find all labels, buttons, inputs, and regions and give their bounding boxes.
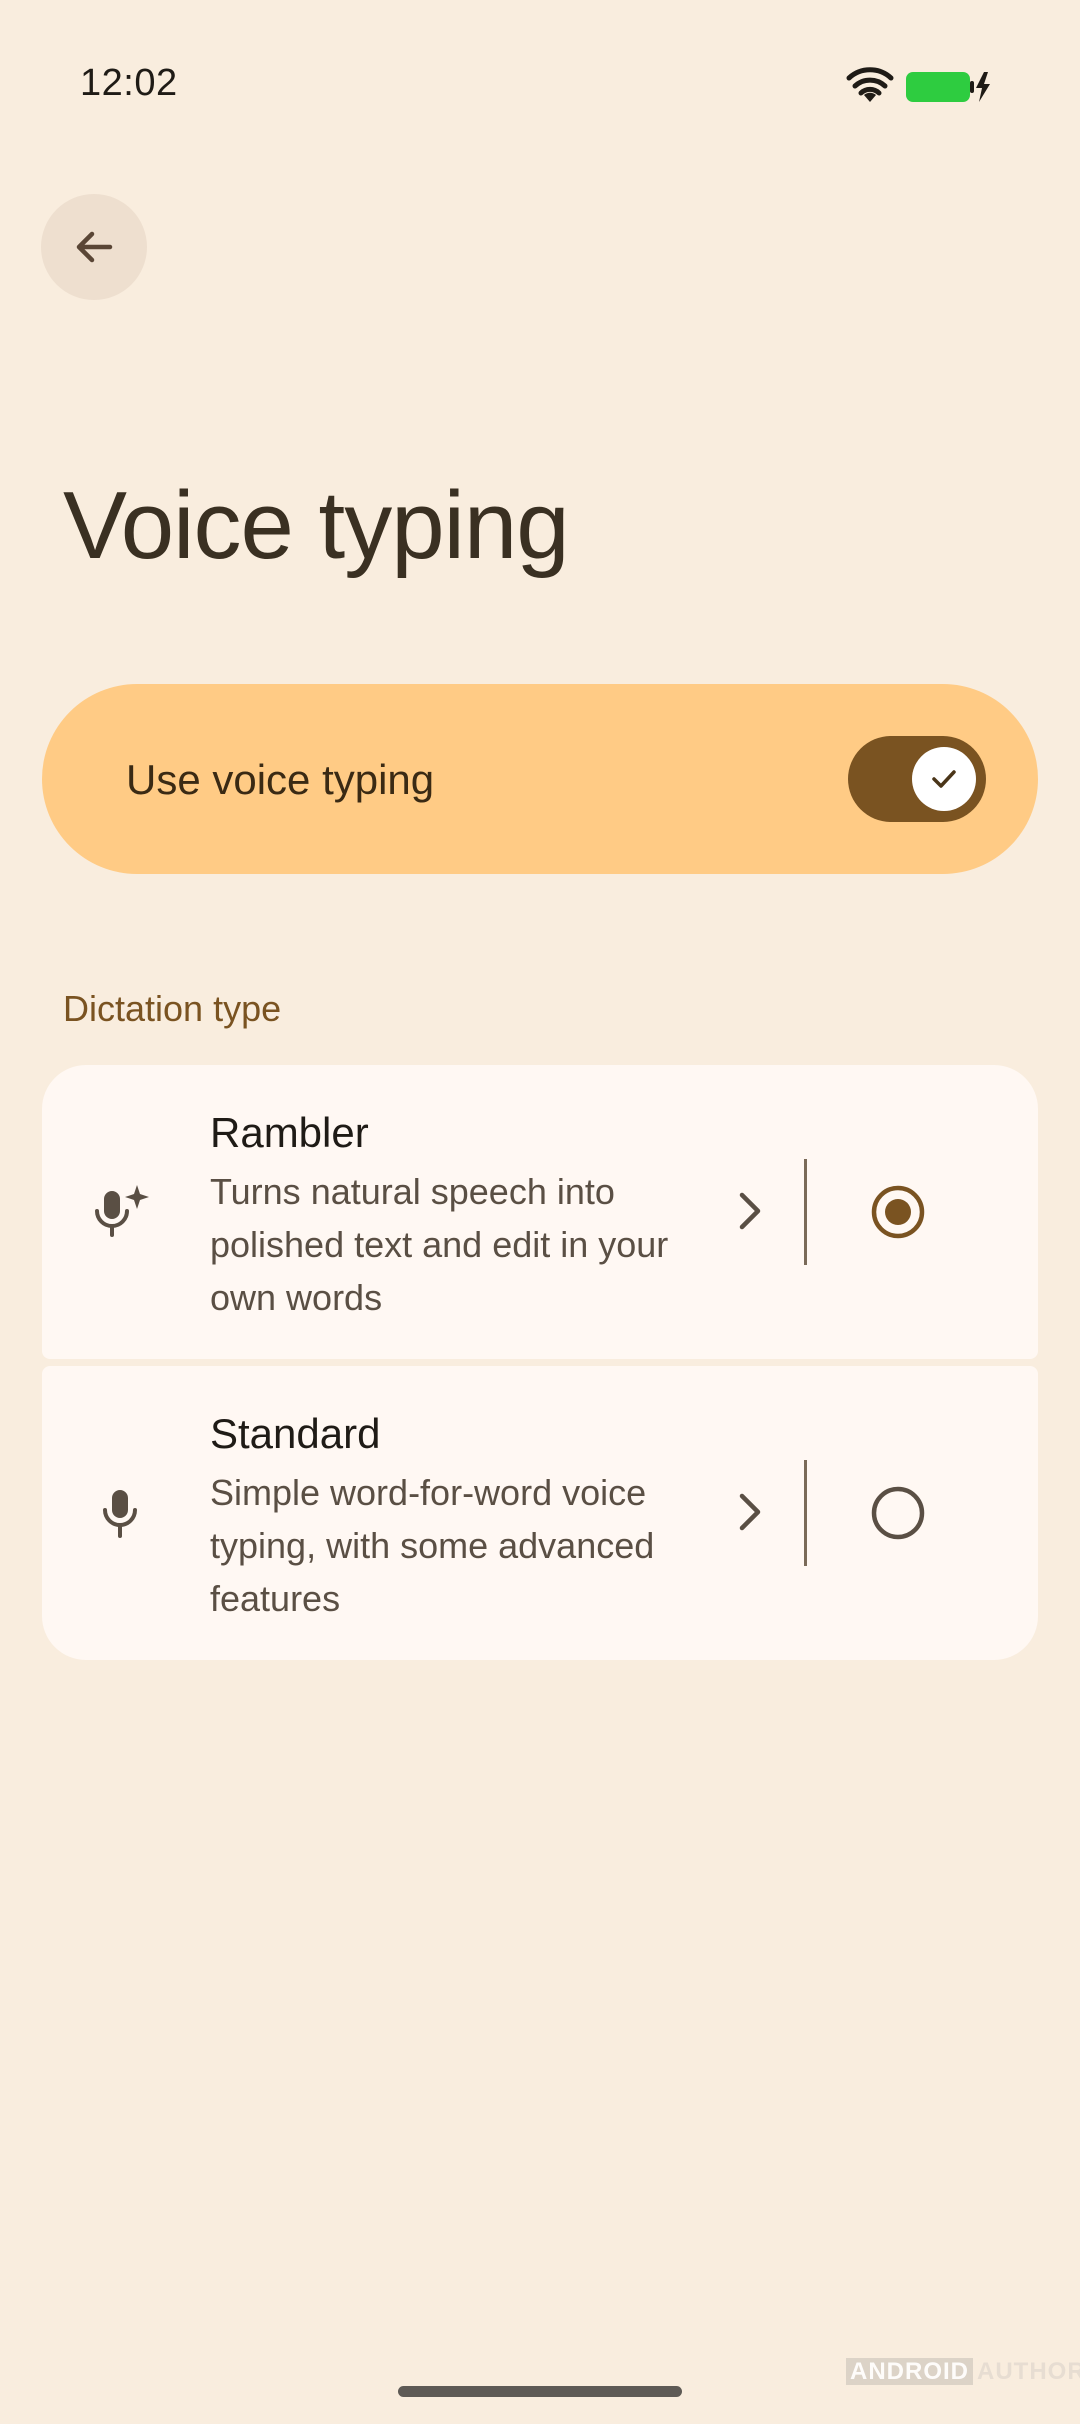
card-icon [84,1177,156,1249]
back-button[interactable] [41,194,147,300]
section-header-dictation-type: Dictation type [63,988,282,1029]
watermark-box-text: ANDROID [846,2358,973,2385]
use-voice-typing-switch-row[interactable]: Use voice typing [42,684,1038,874]
dictation-option-rambler[interactable]: Rambler Turns natural speech into polish… [42,1065,1038,1359]
toggle-thumb [912,747,976,811]
page-title: Voice typing [63,472,570,579]
arrow-back-icon [76,231,113,263]
option-title: Rambler [210,1109,369,1156]
radio-button-selected[interactable] [870,1184,926,1240]
vertical-divider [804,1460,807,1566]
option-description: Turns natural speech into polished text … [210,1171,669,1318]
check-icon [932,770,956,788]
dictation-option-standard[interactable]: Standard Simple word-for-word voice typi… [42,1366,1038,1660]
status-bar: 12:02 [0,0,1080,170]
chevron-right-icon[interactable] [722,1183,778,1239]
use-voice-typing-toggle[interactable] [848,736,986,822]
battery-charging-icon [906,72,990,102]
watermark-text: AUTHORITY [977,2358,1080,2385]
watermark: ANDROIDAUTHORITY [846,2358,1080,2386]
wifi-icon [846,67,894,102]
gesture-navigation-bar[interactable] [398,2386,682,2397]
vertical-divider [804,1159,807,1265]
card-icon [84,1478,156,1550]
radio-button-unselected[interactable] [870,1485,926,1541]
option-description: Simple word-for-word voice typing, with … [210,1472,655,1619]
mic-icon [103,1490,137,1538]
use-voice-typing-label: Use voice typing [126,756,435,803]
option-title: Standard [210,1410,381,1457]
chevron-right-icon[interactable] [722,1484,778,1540]
status-time: 12:02 [80,62,178,104]
mic-sparkle-icon [95,1185,149,1237]
